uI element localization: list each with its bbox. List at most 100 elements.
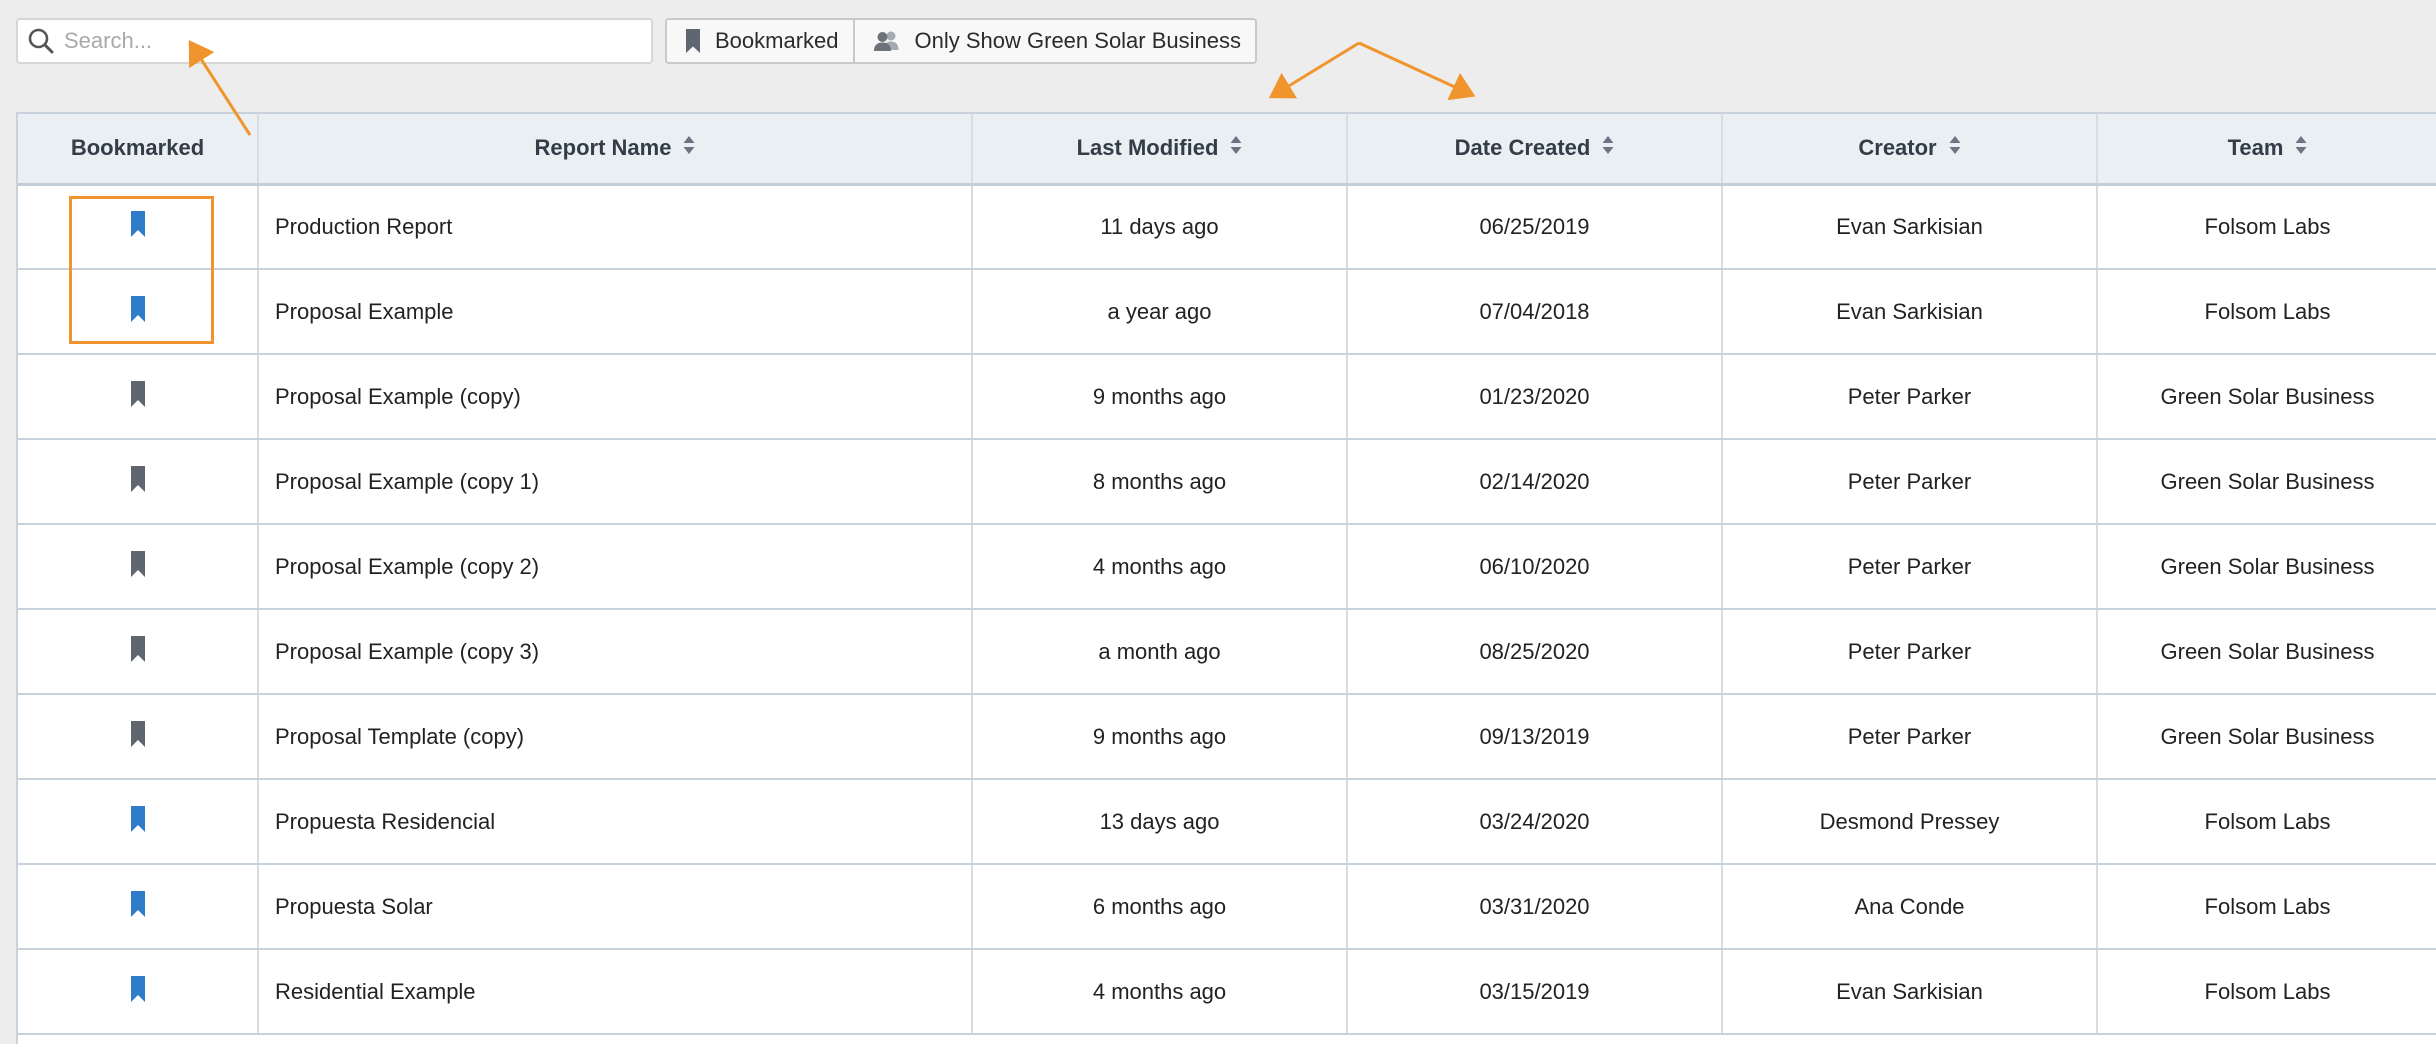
reports-table-container: Bookmarked Report Name Last Modified Date C…	[16, 112, 2436, 1044]
cell-last-modified: 4 months ago	[972, 524, 1348, 610]
cell-team: Green Solar Business	[2097, 694, 2436, 780]
cell-last-modified: 8 months ago	[972, 439, 1348, 525]
sort-icon[interactable]	[2295, 135, 2307, 161]
column-header-team[interactable]: Team	[2097, 114, 2436, 186]
sort-icon[interactable]	[1949, 135, 1961, 161]
bookmark-cell	[18, 269, 259, 355]
cell-report-name[interactable]: Proposal Template (copy)	[258, 694, 973, 780]
bookmark-filled-icon[interactable]	[130, 975, 146, 1008]
cell-date-created: 02/14/2020	[1347, 439, 1723, 525]
column-header-label: Creator	[1858, 135, 1937, 161]
bookmark-icon[interactable]	[130, 465, 146, 498]
sort-icon[interactable]	[1230, 135, 1242, 161]
bookmark-icon[interactable]	[130, 720, 146, 753]
bookmark-cell	[18, 439, 259, 525]
search-input[interactable]	[64, 21, 624, 61]
cell-last-modified: 13 days ago	[972, 779, 1348, 865]
cell-creator: Desmond Pressey	[1722, 779, 2098, 865]
column-header-last-modified[interactable]: Last Modified	[972, 114, 1348, 186]
table-header: Bookmarked Report Name Last Modified Date C…	[18, 114, 2436, 186]
bookmark-filled-icon[interactable]	[130, 210, 146, 243]
search-box[interactable]	[16, 18, 653, 64]
cell-team: Green Solar Business	[2097, 524, 2436, 610]
cell-creator: Ana Conde	[1722, 864, 2098, 950]
cell-report-name[interactable]: Residential Example	[258, 949, 973, 1035]
cell-creator: Peter Parker	[1722, 524, 2098, 610]
cell-report-name[interactable]: Proposal Example (copy 2)	[258, 524, 973, 610]
cell-report-name[interactable]: Proposal Example (copy 3)	[258, 609, 973, 695]
cell-report-name[interactable]: Proposal Example (copy 1)	[258, 439, 973, 525]
cell-report-name[interactable]: Proposal Example (copy)	[258, 354, 973, 440]
cell-team: Green Solar Business	[2097, 439, 2436, 525]
cell-report-name[interactable]: Propuesta Solar	[258, 864, 973, 950]
table-row[interactable]: Proposal Example (copy 2) 4 months ago 06/…	[18, 524, 2436, 610]
cell-date-created: 03/31/2020	[1347, 864, 1723, 950]
annotation-arrow-date-created	[1358, 41, 1476, 101]
table-row[interactable]: Residential Example 4 months ago 03/15/201…	[18, 949, 2436, 1035]
reports-table: Bookmarked Report Name Last Modified Date C…	[18, 114, 2436, 1035]
table-row[interactable]: Proposal Example (copy 3) a month ago 08/2…	[18, 609, 2436, 695]
cell-date-created: 03/15/2019	[1347, 949, 1723, 1035]
sort-icon[interactable]	[683, 135, 695, 161]
cell-team: Folsom Labs	[2097, 949, 2436, 1035]
cell-team: Folsom Labs	[2097, 864, 2436, 950]
table-row[interactable]: Proposal Template (copy) 9 months ago 09/1…	[18, 694, 2436, 780]
table-row[interactable]: Production Report 11 days ago 06/25/2019 Ev…	[18, 184, 2436, 270]
bookmark-filled-icon[interactable]	[130, 805, 146, 838]
column-header-label: Bookmarked	[70, 135, 205, 161]
cell-team: Green Solar Business	[2097, 609, 2436, 695]
cell-team: Green Solar Business	[2097, 354, 2436, 440]
cell-creator: Peter Parker	[1722, 694, 2098, 780]
bookmark-filled-icon[interactable]	[130, 295, 146, 328]
bookmark-cell	[18, 609, 259, 695]
cell-date-created: 09/13/2019	[1347, 694, 1723, 780]
bookmark-filled-icon[interactable]	[130, 890, 146, 923]
cell-creator: Peter Parker	[1722, 354, 2098, 440]
bookmarked-filter-button[interactable]: Bookmarked	[667, 20, 853, 62]
cell-team: Folsom Labs	[2097, 269, 2436, 355]
cell-last-modified: 4 months ago	[972, 949, 1348, 1035]
cell-date-created: 01/23/2020	[1347, 354, 1723, 440]
cell-report-name[interactable]: Production Report	[258, 184, 973, 270]
cell-creator: Peter Parker	[1722, 609, 2098, 695]
table-row[interactable]: Proposal Example a year ago 07/04/2018 Evan…	[18, 269, 2436, 355]
search-icon	[18, 20, 64, 62]
cell-date-created: 08/25/2020	[1347, 609, 1723, 695]
bookmark-cell	[18, 694, 259, 780]
column-header-label: Date Created	[1454, 135, 1591, 161]
bookmark-cell	[18, 184, 259, 270]
cell-last-modified: 9 months ago	[972, 354, 1348, 440]
table-header-row: Bookmarked Report Name Last Modified Date C…	[18, 114, 2436, 186]
cell-creator: Evan Sarkisian	[1722, 269, 2098, 355]
sort-icon[interactable]	[1602, 135, 1614, 161]
column-header-date-created[interactable]: Date Created	[1347, 114, 1723, 186]
cell-report-name[interactable]: Proposal Example	[258, 269, 973, 355]
column-header-creator[interactable]: Creator	[1722, 114, 2098, 186]
bookmark-cell	[18, 524, 259, 610]
cell-team: Folsom Labs	[2097, 779, 2436, 865]
team-filter-label: Only Show Green Solar Business	[914, 28, 1242, 53]
cell-date-created: 06/10/2020	[1347, 524, 1723, 610]
table-row[interactable]: Proposal Example (copy) 9 months ago 01/23…	[18, 354, 2436, 440]
cell-report-name[interactable]: Propuesta Residencial	[258, 779, 973, 865]
table-row[interactable]: Propuesta Residencial 13 days ago 03/24/20…	[18, 779, 2436, 865]
cell-date-created: 03/24/2020	[1347, 779, 1723, 865]
cell-team: Folsom Labs	[2097, 184, 2436, 270]
column-header-bookmarked: Bookmarked	[18, 114, 259, 186]
cell-creator: Peter Parker	[1722, 439, 2098, 525]
bookmark-icon[interactable]	[130, 635, 146, 668]
team-filter-button[interactable]: Only Show Green Solar Business	[852, 20, 1256, 62]
cell-last-modified: 6 months ago	[972, 864, 1348, 950]
annotation-arrow-last-modified	[1268, 41, 1360, 99]
table-row[interactable]: Proposal Example (copy 1) 8 months ago 02/…	[18, 439, 2436, 525]
users-icon	[873, 30, 901, 52]
table-row[interactable]: Propuesta Solar 6 months ago 03/31/2020 Ana…	[18, 864, 2436, 950]
cell-creator: Evan Sarkisian	[1722, 949, 2098, 1035]
bookmark-cell	[18, 949, 259, 1035]
bookmark-cell	[18, 354, 259, 440]
bookmark-icon[interactable]	[130, 380, 146, 413]
column-header-report-name[interactable]: Report Name	[258, 114, 973, 186]
bookmark-cell	[18, 864, 259, 950]
cell-creator: Evan Sarkisian	[1722, 184, 2098, 270]
bookmark-icon[interactable]	[130, 550, 146, 583]
